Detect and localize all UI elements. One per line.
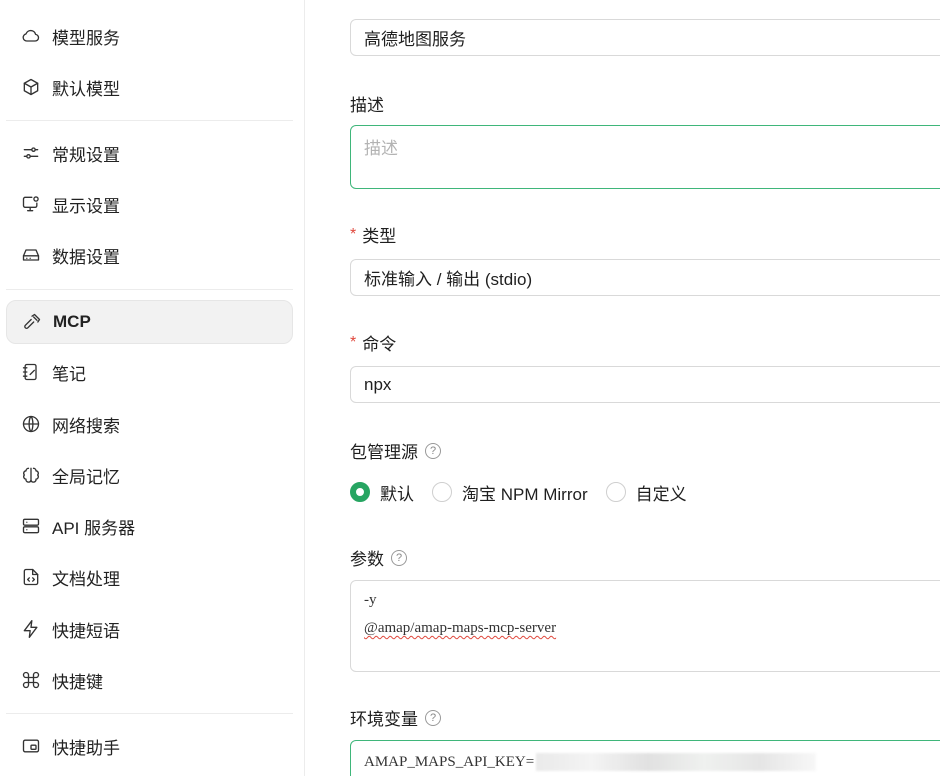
settings-sliders-icon [20,142,42,164]
sidebar-item-quick-phrases[interactable]: 快捷短语 [6,607,293,651]
sidebar-item-label: 快捷短语 [52,621,120,641]
sidebar-item-document-processing[interactable]: 文档处理 [6,555,293,599]
sidebar-item-shortcuts[interactable]: 快捷键 [6,658,293,702]
description-placeholder: 描述 [364,139,398,158]
globe-icon [20,413,42,435]
help-circle-icon[interactable]: ? [425,442,441,459]
command-input[interactable]: npx [350,366,940,403]
sidebar-item-web-search[interactable]: 网络搜索 [6,402,293,446]
sidebar-divider [6,289,293,290]
command-input-value: npx [364,374,392,394]
cloud-icon [20,25,42,47]
radio-dot [605,482,626,502]
sidebar-item-mcp[interactable]: MCP [6,300,293,344]
args-line: -y [364,592,377,608]
radio-taobao-npm-mirror[interactable]: 淘宝 NPM Mirror [432,480,588,505]
app-window-icon [20,735,42,757]
sidebar-item-label: 笔记 [52,364,86,384]
sidebar-item-label: MCP [53,312,91,331]
args-label: 参数 ? [350,545,407,570]
sidebar-item-label: 快捷助手 [52,738,120,758]
radio-custom[interactable]: 自定义 [605,480,687,505]
sidebar-item-label: 网络搜索 [52,416,120,436]
notebook-icon [20,361,42,383]
package-registry-label: 包管理源 ? [350,438,441,463]
sidebar-item-data-settings[interactable]: 数据设置 [6,233,293,277]
sidebar-item-label: 默认模型 [52,79,120,99]
sidebar-item-label: 显示设置 [52,196,120,216]
redacted-api-key [536,753,817,771]
required-asterisk: * [350,333,357,351]
type-label: * 类型 [350,225,397,247]
args-line: @amap/amap-maps-mcp-server [364,620,557,636]
zap-icon [20,618,42,640]
type-select-value: 标准输入 / 输出 (stdio) [364,270,533,289]
sidebar-item-label: 快捷键 [52,672,103,692]
help-circle-icon[interactable]: ? [391,549,407,566]
sidebar-item-default-model[interactable]: 默认模型 [6,65,293,109]
radio-default[interactable]: 默认 [350,480,414,505]
description-textarea[interactable]: 描述 [350,125,940,189]
file-code-icon [20,566,42,588]
type-select[interactable]: 标准输入 / 输出 (stdio) [350,259,940,296]
sidebar-item-label: 模型服务 [52,28,120,48]
sidebar-item-api-server[interactable]: API 服务器 [6,504,293,548]
cube-icon [20,76,42,98]
command-label: * 命令 [350,333,397,355]
env-line: AMAP_MAPS_API_KEY= [364,754,535,770]
hard-drive-icon [20,244,42,266]
sidebar-divider [6,713,293,714]
sidebar-item-label: 数据设置 [52,247,120,267]
required-asterisk: * [350,225,357,243]
mcp-server-form: 高德地图服务 描述 描述 * 类型 标准输入 / 输出 (stdio) * 命令… [330,0,940,776]
env-label: 环境变量 ? [350,705,441,730]
sidebar-item-display-settings[interactable]: 显示设置 [6,182,293,226]
package-registry-radio-group: 默认 淘宝 NPM Mirror 自定义 [350,478,705,506]
sidebar-item-global-memory[interactable]: 全局记忆 [6,453,293,497]
sidebar-item-notes[interactable]: 笔记 [6,350,293,394]
args-textarea[interactable]: -y @amap/amap-maps-mcp-server [350,580,940,672]
help-circle-icon[interactable]: ? [425,709,441,726]
settings-sidebar: 模型服务 默认模型 常规设置 显示设置 数据设置 MCP 笔记 网络搜索 全局记… [0,0,305,776]
command-icon [20,669,42,691]
sidebar-item-label: 文档处理 [52,569,120,589]
sidebar-item-quick-assistant[interactable]: 快捷助手 [6,724,293,768]
monitor-settings-icon [20,193,42,215]
server-icon [20,515,42,537]
hammer-icon [21,311,43,333]
radio-dot [432,482,452,502]
radio-dot [350,482,370,502]
name-input[interactable]: 高德地图服务 [350,19,940,56]
env-textarea[interactable]: AMAP_MAPS_API_KEY= [350,740,940,776]
description-label: 描述 [350,96,384,115]
sidebar-item-label: 全局记忆 [52,467,120,487]
brain-icon [20,464,42,486]
sidebar-item-model-service[interactable]: 模型服务 [6,14,293,58]
sidebar-item-label: 常规设置 [52,145,120,165]
name-input-value: 高德地图服务 [364,30,466,49]
sidebar-divider [6,120,293,121]
sidebar-item-label: API 服务器 [52,518,136,538]
sidebar-item-general-settings[interactable]: 常规设置 [6,131,293,175]
